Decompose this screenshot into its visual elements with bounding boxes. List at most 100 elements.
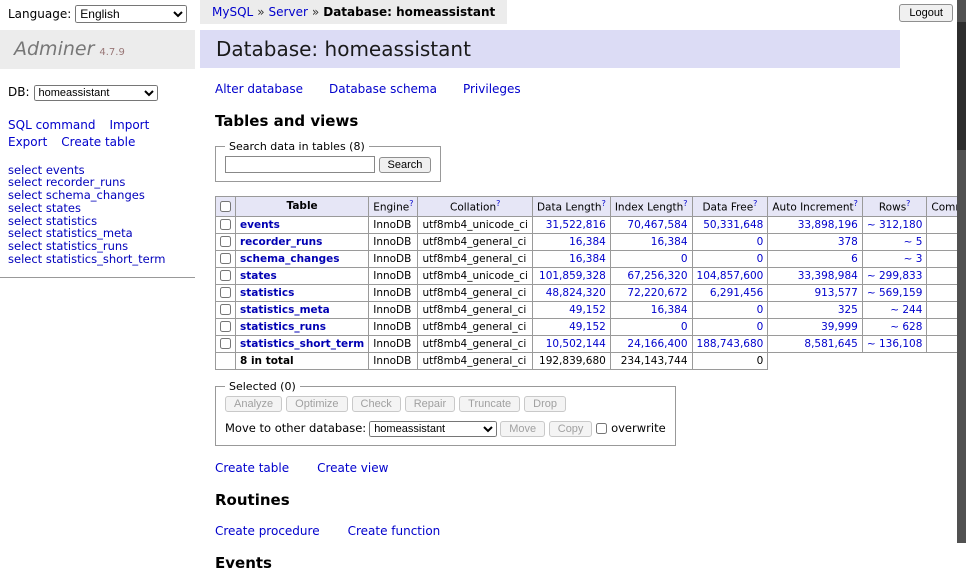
move-button[interactable]: Move [500,421,545,437]
row-checkbox[interactable] [220,270,231,281]
auto-increment-link[interactable]: 33,398,984 [798,270,858,282]
overwrite-checkbox[interactable] [596,423,607,434]
table-name-link[interactable]: recorder_runs [240,236,322,248]
sidebar-table-link[interactable]: select statistics_short_term [8,253,195,266]
alter-database-link[interactable]: Alter database [215,82,303,96]
sidebar-table-link[interactable]: select states [8,202,195,215]
help-link[interactable]: ? [854,199,858,208]
data-free-link[interactable]: 104,857,600 [697,270,764,282]
search-button[interactable]: Search [379,157,432,173]
create-view-link[interactable]: Create view [317,461,388,475]
data-free-link[interactable]: 0 [757,304,764,316]
index-length-link[interactable]: 24,166,400 [627,338,687,350]
logout-button[interactable]: Logout [899,4,953,22]
copy-button[interactable]: Copy [549,421,593,437]
data-free-link[interactable]: 0 [757,236,764,248]
create-function-link[interactable]: Create function [348,524,441,538]
analyze-button[interactable]: Analyze [225,396,282,412]
sidebar-link-import[interactable]: Import [109,118,149,132]
check-button[interactable]: Check [352,396,401,412]
rows-count-link[interactable]: ~ 5 [904,236,923,248]
data-length-link[interactable]: 10,502,144 [546,338,606,350]
repair-button[interactable]: Repair [405,396,455,412]
select-all-checkbox[interactable] [220,201,231,212]
auto-increment-link[interactable]: 6 [851,253,858,265]
row-checkbox[interactable] [220,338,231,349]
table-name-link[interactable]: statistics_short_term [240,338,364,350]
data-free-link[interactable]: 0 [757,253,764,265]
truncate-button[interactable]: Truncate [459,396,520,412]
rows-count-link[interactable]: ~ 628 [890,321,922,333]
index-length-link[interactable]: 70,467,584 [627,219,687,231]
scrollbar-thumb[interactable] [957,22,966,150]
data-length-link[interactable]: 49,152 [569,304,606,316]
data-length-link[interactable]: 49,152 [569,321,606,333]
help-link[interactable]: ? [753,199,757,208]
data-length-link[interactable]: 101,859,328 [539,270,606,282]
table-name-link[interactable]: states [240,270,277,282]
index-length-link[interactable]: 0 [681,253,688,265]
page-scrollbar[interactable] [957,0,966,543]
rows-count-link[interactable]: ~ 312,180 [867,219,923,231]
index-length-link[interactable]: 0 [681,321,688,333]
auto-increment-link[interactable]: 378 [838,236,858,248]
index-length-link[interactable]: 72,220,672 [627,287,687,299]
table-name-link[interactable]: events [240,219,280,231]
data-free-link[interactable]: 6,291,456 [710,287,763,299]
drop-button[interactable]: Drop [524,396,566,412]
data-length-link[interactable]: 48,824,320 [546,287,606,299]
database-schema-link[interactable]: Database schema [329,82,437,96]
help-link[interactable]: ? [409,199,413,208]
search-input[interactable] [225,156,375,173]
table-name-link[interactable]: schema_changes [240,253,340,265]
rows-count-link[interactable]: ~ 3 [904,253,923,265]
sidebar-link-sql-command[interactable]: SQL command [8,118,95,132]
rows-count-link[interactable]: ~ 136,108 [867,338,923,350]
index-length-link[interactable]: 16,384 [651,236,688,248]
auto-increment-link[interactable]: 913,577 [814,287,857,299]
data-free-link[interactable]: 50,331,648 [703,219,763,231]
breadcrumb-server-link[interactable]: Server [269,5,308,19]
rows-count-link[interactable]: ~ 299,833 [867,270,923,282]
app-name[interactable]: Adminer [14,38,94,60]
sidebar-table-link[interactable]: select schema_changes [8,189,195,202]
data-free-link[interactable]: 188,743,680 [697,338,764,350]
language-select[interactable]: English [75,5,187,23]
auto-increment-link[interactable]: 325 [838,304,858,316]
index-length-link[interactable]: 16,384 [651,304,688,316]
create-procedure-link[interactable]: Create procedure [215,524,320,538]
optimize-button[interactable]: Optimize [286,396,347,412]
auto-increment-link[interactable]: 8,581,645 [804,338,857,350]
auto-increment-link[interactable]: 39,999 [821,321,858,333]
table-name-link[interactable]: statistics_meta [240,304,330,316]
rows-count-link[interactable]: ~ 569,159 [867,287,923,299]
auto-increment-link[interactable]: 33,898,196 [798,219,858,231]
data-free-link[interactable]: 0 [757,321,764,333]
sidebar-link-create-table[interactable]: Create table [61,135,135,149]
row-checkbox[interactable] [220,219,231,230]
help-link[interactable]: ? [683,199,687,208]
db-select[interactable]: homeassistant [34,85,158,101]
index-length-link[interactable]: 67,256,320 [627,270,687,282]
table-name-link[interactable]: statistics_runs [240,321,326,333]
data-length-link[interactable]: 16,384 [569,253,606,265]
row-checkbox[interactable] [220,321,231,332]
help-link[interactable]: ? [906,199,910,208]
sidebar-table-link[interactable]: select statistics_runs [8,240,195,253]
row-checkbox[interactable] [220,236,231,247]
rows-count-link[interactable]: ~ 244 [890,304,922,316]
data-length-link[interactable]: 16,384 [569,236,606,248]
breadcrumb-mysql-link[interactable]: MySQL [212,5,253,19]
help-link[interactable]: ? [602,199,606,208]
row-checkbox[interactable] [220,253,231,264]
data-length-link[interactable]: 31,522,816 [546,219,606,231]
help-link[interactable]: ? [496,199,500,208]
table-name-cell: statistics_short_term [236,335,369,352]
table-name-link[interactable]: statistics [240,287,294,299]
privileges-link[interactable]: Privileges [463,82,521,96]
sidebar-link-export[interactable]: Export [8,135,47,149]
row-checkbox[interactable] [220,304,231,315]
create-table-link[interactable]: Create table [215,461,289,475]
row-checkbox[interactable] [220,287,231,298]
move-db-select[interactable]: homeassistant [369,421,497,437]
